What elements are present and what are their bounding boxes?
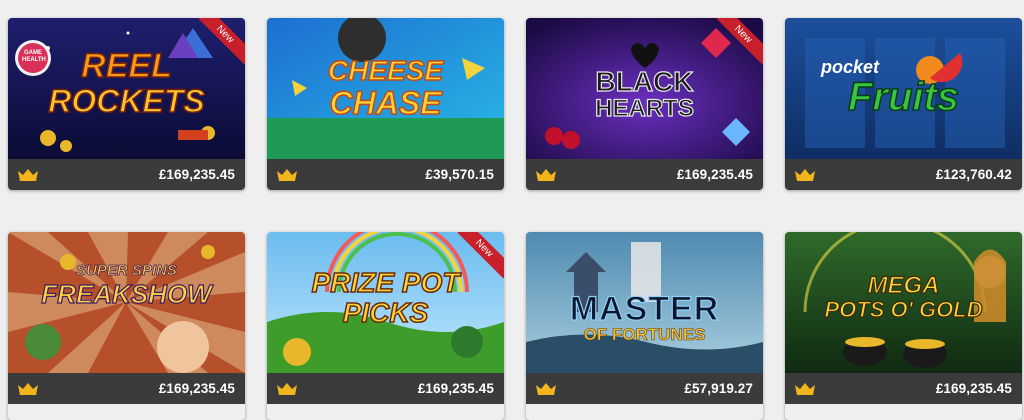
logo-line-2: CHASE [329,85,443,121]
game-tile-mega-pots-o-gold[interactable]: MEGA POTS O' GOLD £169,235.45 [785,232,1022,420]
crown-icon [277,169,297,181]
jackpot-bar: £169,235.45 [267,373,504,404]
game-tile-cheese-chase[interactable]: CHEESE CHASE £39,570.15 [267,18,504,190]
game-tile-prize-pot-picks[interactable]: PRIZE POT PICKS New £169,235.45 [267,232,504,420]
game-logo: BLACK HEARTS [526,66,763,122]
logo-line-1: MEGA [867,272,940,299]
jackpot-amount: £39,570.15 [425,167,494,182]
new-ribbon-label: New [199,18,245,64]
logo-line-1: SUPER SPINS [76,262,178,280]
jackpot-bar: £169,235.45 [8,373,245,404]
game-logo: SUPER SPINS FREAKSHOW [8,262,245,309]
jackpot-amount: £57,919.27 [684,381,753,396]
game-artwork: MEGA POTS O' GOLD [785,232,1022,373]
jackpot-amount: £123,760.42 [935,167,1012,182]
jackpot-amount: £169,235.45 [158,381,235,396]
crown-icon [18,169,38,181]
game-logo: MASTER OF FORTUNES [526,290,763,344]
logo-line-2: HEARTS [595,95,695,122]
logo-line-2: ROCKETS [48,83,206,119]
crown-icon [536,383,556,395]
crown-icon [277,383,297,395]
crown-icon [795,383,815,395]
jackpot-bar: £57,919.27 [526,373,763,404]
crown-icon [795,169,815,181]
game-artwork: MASTER OF FORTUNES [526,232,763,373]
game-artwork: SUPER SPINS FREAKSHOW [8,232,245,373]
jackpot-bar: £169,235.45 [8,159,245,190]
new-ribbon-label: New [717,18,763,64]
new-ribbon-label: New [458,232,504,278]
logo-line-2: Fruits [847,75,960,119]
jackpot-amount: £169,235.45 [158,167,235,182]
crown-icon [18,383,38,395]
jackpot-amount: £169,235.45 [417,381,494,396]
logo-line-1: BLACK [595,66,694,97]
logo-line-1: pocket [821,57,880,77]
game-logo: CHEESE CHASE [267,55,504,121]
logo-line-1: CHEESE [327,55,444,87]
new-ribbon: New [199,18,245,64]
crown-icon [536,169,556,181]
logo-line-1: MASTER [569,290,720,328]
new-ribbon: New [458,232,504,278]
game-logo: pocket Fruits [785,57,1022,119]
provider-badge: GAME HEALTH [22,50,46,63]
jackpot-bar: £39,570.15 [267,159,504,190]
logo-line-2: OF FORTUNES [583,325,706,344]
jackpot-amount: £169,235.45 [935,381,1012,396]
game-tile-black-hearts[interactable]: BLACK HEARTS New £169,235.45 [526,18,763,190]
new-ribbon: New [717,18,763,64]
jackpot-bar: £169,235.45 [526,159,763,190]
jackpot-amount: £169,235.45 [676,167,753,182]
game-artwork: pocket Fruits [785,18,1022,159]
logo-line-2: PICKS [342,297,429,329]
game-tile-master-of-fortunes[interactable]: MASTER OF FORTUNES £57,919.27 [526,232,763,420]
logo-line-2: FREAKSHOW [41,279,213,309]
logo-line-2: POTS O' GOLD [824,297,983,322]
game-logo: MEGA POTS O' GOLD [785,272,1022,322]
jackpot-bar: £123,760.42 [785,159,1022,190]
game-tile-reel-rockets[interactable]: REEL ROCKETS GAME HEALTH New £169,235.45 [8,18,245,190]
game-tile-super-spins-freakshow[interactable]: SUPER SPINS FREAKSHOW £169,235.45 [8,232,245,420]
game-tile-pocket-fruits[interactable]: pocket Fruits £123,760.42 [785,18,1022,190]
game-artwork: CHEESE CHASE [267,18,504,159]
jackpot-bar: £169,235.45 [785,373,1022,404]
